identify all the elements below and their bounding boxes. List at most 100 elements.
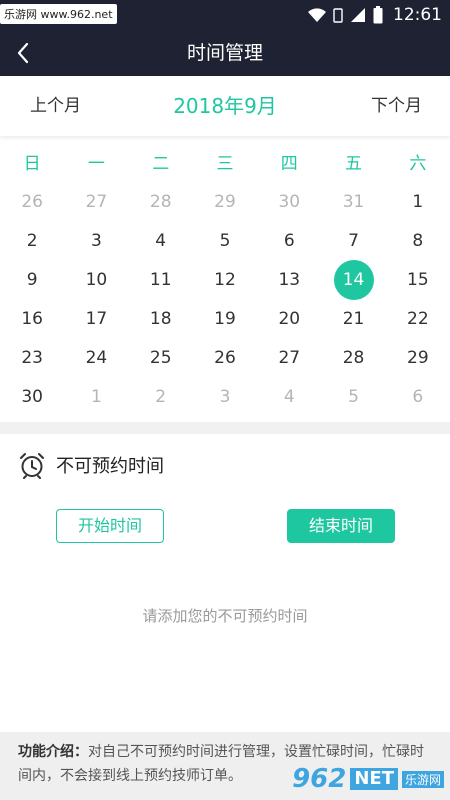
calendar-day[interactable]: 4 [129,221,193,260]
month-navigation: 上个月 2018年9月 下个月 [0,76,450,136]
section-title: 不可预约时间 [56,456,164,477]
info-label: 功能介绍： [18,744,88,760]
calendar-day[interactable]: 17 [64,299,128,338]
calendar-day[interactable]: 28 [129,182,193,221]
calendar-week-row: 9 10 11 12 13 14 15 [0,259,450,300]
status-time: 12:61 [393,5,442,25]
calendar-day-number: 26 [21,191,43,212]
calendar-day-number: 1 [412,191,424,212]
weekday-label: 二 [152,154,170,174]
calendar-day[interactable]: 27 [64,182,128,221]
calendar-day[interactable]: 2 [129,377,193,416]
calendar-day[interactable]: 15 [386,260,450,299]
calendar-day[interactable]: 21 [321,299,385,338]
calendar-day[interactable]: 4 [257,377,321,416]
calendar-day-number: 18 [149,308,172,329]
calendar-day-number: 5 [348,386,359,407]
calendar-day[interactable]: 6 [257,221,321,260]
calendar-day-number: 16 [21,308,43,329]
next-month-button[interactable]: 下个月 [371,76,422,136]
calendar-week-row: 2 3 4 5 6 7 8 [0,221,450,260]
calendar-day-number: 26 [214,347,236,368]
calendar-day[interactable]: 7 [321,221,385,260]
calendar-day-number: 3 [91,230,102,251]
empty-state-text: 请添加您的不可预约时间 [142,607,308,625]
calendar-day-number: 1 [91,386,102,407]
wifi-icon [308,8,326,22]
calendar-day-number: 29 [214,191,236,212]
battery-icon [373,6,383,24]
watermark-logo: 962 NET 乐游网 [292,764,444,794]
calendar-day[interactable]: 31 [321,182,385,221]
calendar-day[interactable]: 19 [193,299,257,338]
calendar-day-number: 4 [155,230,167,251]
calendar-day-number: 30 [278,191,301,212]
calendar-day-number: 6 [283,230,295,251]
status-icons: 12:61 [307,0,442,30]
calendar-day-number: 2 [26,230,38,251]
weekday-label: 日 [23,154,41,174]
calendar-day-number: 7 [348,230,359,251]
calendar-day[interactable]: 5 [321,377,385,416]
calendar-day[interactable]: 9 [0,260,64,299]
weekday-label: 一 [87,154,105,174]
start-time-button[interactable]: 开始时间 [56,509,164,543]
calendar-day-number: 19 [214,308,236,329]
calendar-day[interactable]: 1 [386,182,450,221]
calendar-day-number: 10 [85,269,108,290]
unavailable-section-header: 不可预约时间 [18,450,164,480]
calendar-day[interactable]: 12 [193,260,257,299]
calendar-day[interactable]: 10 [64,260,128,299]
weekday-header: 日 一 二 三 四 五 六 [0,146,450,182]
end-time-button[interactable]: 结束时间 [287,509,395,543]
calendar-day[interactable]: 1 [64,377,128,416]
calendar-day-number: 25 [149,347,172,368]
calendar-day[interactable]: 29 [386,338,450,377]
calendar-day[interactable]: 26 [193,338,257,377]
calendar-day-number: 3 [219,386,231,407]
calendar: 日 一 二 三 四 五 六 26 27 28 29 30 31 1 2 3 4 5 6 7 8 9 10 11 1… [0,146,450,416]
alarm-clock-icon [20,453,44,479]
calendar-day[interactable]: 28 [321,338,385,377]
calendar-week-row: 16 17 18 19 20 21 22 [0,299,450,338]
calendar-day-number: 12 [214,269,236,290]
calendar-day[interactable]: 2 [0,221,64,260]
calendar-day[interactable]: 30 [0,377,64,416]
calendar-day[interactable]: 8 [386,221,450,260]
calendar-day[interactable]: 25 [129,338,193,377]
status-bar: 乐游网 www.962.net 12:61 [0,0,450,30]
calendar-day[interactable]: 24 [64,338,128,377]
calendar-day[interactable]: 20 [257,299,321,338]
calendar-day[interactable]: 16 [0,299,64,338]
weekday-label: 五 [345,154,363,174]
calendar-day-number: 8 [412,230,424,251]
calendar-week-row: 30 1 2 3 4 5 6 [0,377,450,416]
calendar-day[interactable]: 6 [386,377,450,416]
calendar-day[interactable]: 26 [0,182,64,221]
calendar-grid: 26 27 28 29 30 31 1 2 3 4 5 6 7 8 9 10 11 12 13 14 15 16 17 18 1… [0,182,450,416]
calendar-day-number: 17 [85,308,108,329]
calendar-day-number: 2 [155,386,167,407]
calendar-day[interactable]: 29 [193,182,257,221]
calendar-day-number: 13 [278,269,301,290]
calendar-day-number: 22 [407,308,429,329]
calendar-day[interactable]: 30 [257,182,321,221]
page-title: 时间管理 [186,42,263,64]
calendar-day-number: 6 [412,386,424,407]
calendar-day[interactable]: 3 [64,221,128,260]
signal-icon [351,8,365,22]
calendar-day-selected[interactable]: 14 [321,259,385,300]
calendar-day[interactable]: 23 [0,338,64,377]
calendar-day-number: 30 [21,386,43,407]
calendar-day[interactable]: 3 [193,377,257,416]
calendar-day[interactable]: 18 [129,299,193,338]
calendar-day[interactable]: 13 [257,260,321,299]
calendar-day[interactable]: 5 [193,221,257,260]
calendar-day-number: 27 [85,191,108,212]
calendar-day[interactable]: 27 [257,338,321,377]
calendar-day[interactable]: 22 [386,299,450,338]
calendar-day[interactable]: 11 [129,260,193,299]
watermark-logo-cn: 乐游网 [401,770,444,788]
section-divider [0,422,450,434]
watermark-logo-number: 962 [292,764,347,794]
